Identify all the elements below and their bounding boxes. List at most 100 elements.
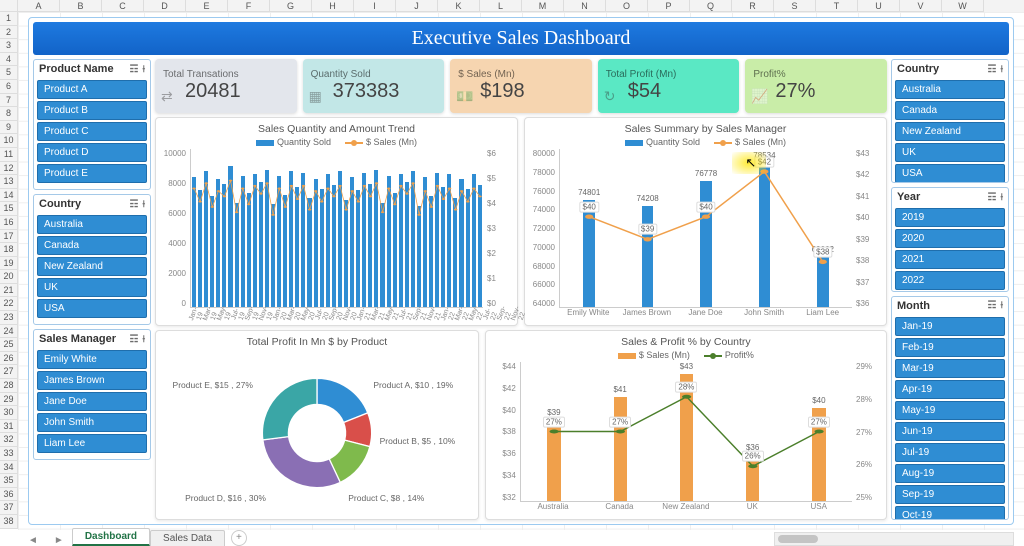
slicer-item[interactable]: 2022 — [895, 271, 1005, 290]
slicer-item[interactable]: USA — [37, 299, 147, 318]
slicer-item[interactable]: New Zealand — [895, 122, 1005, 141]
slicer-item[interactable]: UK — [37, 278, 147, 297]
slicers-left: Product Name☶⟊Product AProduct BProduct … — [33, 59, 151, 520]
sheet-tab-dashboard[interactable]: Dashboard — [72, 528, 150, 546]
clear-filter-icon[interactable]: ⟊ — [142, 334, 145, 345]
slicer-item[interactable]: Feb-19 — [895, 338, 1005, 357]
slicer-item[interactable]: Jane Doe — [37, 392, 147, 411]
slicer-sales-manager[interactable]: Sales Manager☶⟊Emily WhiteJames BrownJan… — [33, 329, 151, 460]
slicer-item[interactable]: Product D — [37, 143, 147, 162]
column-headers: ABCDEFGHIJKLMNOPQRSTUVW — [0, 0, 1024, 12]
chart-donut[interactable]: Total Profit In Mn $ by Product Product … — [155, 330, 479, 520]
donut-slice-label: Product D, $16 , 30% — [185, 493, 266, 503]
slicer-item[interactable]: UK — [895, 143, 1005, 162]
chart-title: Sales Summary by Sales Manager — [529, 121, 882, 137]
chart-title: Sales & Profit % by Country — [490, 334, 882, 350]
donut-slice-label: Product E, $15 , 27% — [173, 380, 253, 390]
slicer-item[interactable]: Sep-19 — [895, 485, 1005, 504]
kpi-label: Quantity Sold — [311, 69, 437, 80]
slicer-title: Country — [39, 198, 81, 210]
slicer-item[interactable]: Jun-19 — [895, 422, 1005, 441]
chart-legend: Quantity Sold $ Sales (Mn) — [529, 137, 882, 147]
slicer-item[interactable]: Product A — [37, 80, 147, 99]
sheet-nav-next-icon[interactable]: ► — [46, 535, 72, 546]
add-sheet-button[interactable]: + — [231, 530, 247, 546]
slicer-item[interactable]: Australia — [37, 215, 147, 234]
slicer-item[interactable]: New Zealand — [37, 257, 147, 276]
slicer-item[interactable]: Jul-19 — [895, 443, 1005, 462]
slicer-item[interactable]: Liam Lee — [37, 434, 147, 453]
slicer-item[interactable]: Apr-19 — [895, 380, 1005, 399]
clear-filter-icon[interactable]: ⟊ — [1000, 192, 1003, 203]
slicer-item[interactable]: James Brown — [37, 371, 147, 390]
kpi-label: Profit% — [753, 69, 879, 80]
slicer-country[interactable]: Country ☶ ⟊ Australia Canada New Zealand UK USA — [891, 59, 1009, 183]
multi-select-icon[interactable]: ☶ — [129, 334, 138, 345]
kpi-icon: ↻ — [604, 88, 616, 105]
sheet-tab-salesdata[interactable]: Sales Data — [150, 530, 225, 546]
slicer-item[interactable]: Australia — [895, 80, 1005, 99]
slicers-right: Country ☶ ⟊ Australia Canada New Zealand UK USA… — [891, 59, 1009, 520]
slicer-year[interactable]: Year ☶ ⟊ 2019 2020 2021 2022 — [891, 187, 1009, 292]
kpi-card: $ Sales (Mn)💵$198 — [450, 59, 592, 113]
slicer-item[interactable]: 2020 — [895, 229, 1005, 248]
slicer-title: Year — [897, 191, 920, 203]
slicer-item[interactable]: Emily White — [37, 350, 147, 369]
clear-filter-icon[interactable]: ⟊ — [142, 199, 145, 210]
slicer-item[interactable]: 2021 — [895, 250, 1005, 269]
donut-slice-label: Product C, $8 , 14% — [348, 493, 424, 503]
kpi-card: Total Transations ⇄20481 — [155, 59, 297, 113]
horizontal-scrollbar[interactable] — [774, 532, 1014, 546]
kpi-label: Total Transations — [163, 69, 289, 80]
kpi-card: Total Profit (Mn)↻$54 — [598, 59, 740, 113]
clear-filter-icon[interactable]: ⟊ — [1000, 64, 1003, 75]
slicer-title: Country — [897, 63, 939, 75]
slicer-item[interactable]: Mar-19 — [895, 359, 1005, 378]
slicer-item[interactable]: Oct-19 — [895, 506, 1005, 519]
slicer-item[interactable]: Jan-19 — [895, 317, 1005, 336]
slicer-item[interactable]: Product E — [37, 164, 147, 183]
kpi-value: 20481 — [163, 80, 289, 103]
chart-legend: $ Sales (Mn) Profit% — [490, 350, 882, 360]
kpi-label: Total Profit (Mn) — [606, 69, 732, 80]
slicer-product-name[interactable]: Product Name☶⟊Product AProduct BProduct … — [33, 59, 151, 190]
donut-slice-label: Product B, $5 , 10% — [380, 436, 456, 446]
multi-select-icon[interactable]: ☶ — [987, 64, 996, 75]
donut-slice-label: Product A, $10 , 19% — [373, 380, 453, 390]
slicer-item[interactable]: Canada — [895, 101, 1005, 120]
clear-filter-icon[interactable]: ⟊ — [1000, 300, 1003, 311]
chart-country[interactable]: Sales & Profit % by Country $ Sales (Mn)… — [485, 330, 887, 520]
kpi-value: 27% — [753, 80, 879, 103]
row-headers: 1234567891011121314151617181920212223242… — [0, 12, 18, 529]
slicer-item[interactable]: 2019 — [895, 208, 1005, 227]
slicer-item[interactable]: Product C — [37, 122, 147, 141]
kpi-icon: ⇄ — [161, 88, 173, 105]
slicer-country[interactable]: Country ☶ ⟊ Australia Canada New Zealand UK USA — [33, 194, 151, 325]
kpi-icon: ▦ — [309, 88, 322, 105]
slicer-item[interactable]: Product B — [37, 101, 147, 120]
slicer-item[interactable]: Canada — [37, 236, 147, 255]
kpi-icon: 📈 — [751, 88, 768, 105]
slicer-item[interactable]: Aug-19 — [895, 464, 1005, 483]
dashboard: Executive Sales Dashboard Product Name☶⟊… — [28, 17, 1014, 525]
dashboard-title: Executive Sales Dashboard — [33, 22, 1009, 55]
multi-select-icon[interactable]: ☶ — [129, 64, 138, 75]
clear-filter-icon[interactable]: ⟊ — [142, 64, 145, 75]
multi-select-icon[interactable]: ☶ — [987, 192, 996, 203]
sheet-nav-prev-icon[interactable]: ◄ — [20, 535, 46, 546]
kpi-value: $198 — [458, 80, 584, 103]
slicer-item[interactable]: John Smith — [37, 413, 147, 432]
slicer-title: Month — [897, 300, 930, 312]
slicer-month[interactable]: Month ☶ ⟊ Jan-19 Feb-19 Mar-19 Apr-19 May-19 Jun… — [891, 296, 1009, 520]
kpi-icon: 💵 — [456, 88, 473, 105]
kpi-row: Total Transations⇄20481Quantity Sold▦373… — [155, 59, 887, 113]
multi-select-icon[interactable]: ☶ — [987, 300, 996, 311]
slicer-item[interactable]: USA — [895, 164, 1005, 182]
slicer-item[interactable]: May-19 — [895, 401, 1005, 420]
chart-title: Sales Quantity and Amount Trend — [160, 121, 513, 137]
kpi-card: Profit% 📈27% — [745, 59, 887, 113]
multi-select-icon[interactable]: ☶ — [129, 199, 138, 210]
chart-legend: Quantity Sold $ Sales (Mn) — [160, 137, 513, 147]
chart-manager[interactable]: Sales Summary by Sales Manager Quantity … — [524, 117, 887, 326]
chart-trend[interactable]: Sales Quantity and Amount Trend Quantity… — [155, 117, 518, 326]
